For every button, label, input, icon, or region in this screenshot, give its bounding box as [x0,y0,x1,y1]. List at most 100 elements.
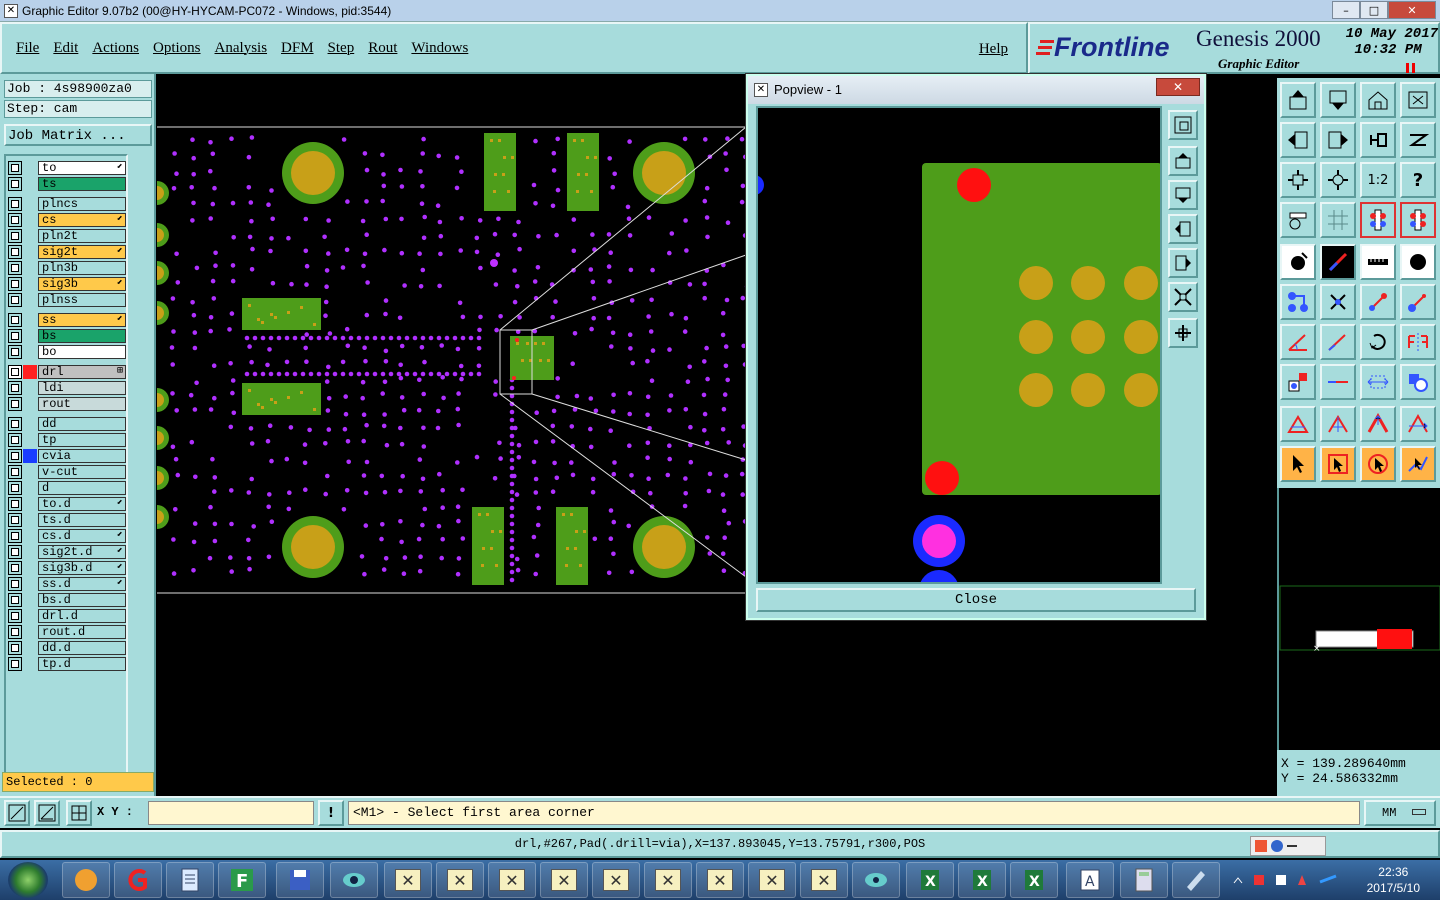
pan-down-icon[interactable] [1320,82,1356,118]
layer-color-swatch[interactable] [23,609,37,623]
layer-name[interactable]: sig2t.d ⬋ [38,544,126,559]
layer-color-swatch[interactable] [23,448,37,463]
layer-checkbox[interactable] [8,344,22,359]
layer-checkbox[interactable] [8,364,22,379]
menu-analysis[interactable]: Analysis [215,40,268,57]
layer-name[interactable]: cs ⬋ [38,212,126,227]
scale-1-2-button[interactable]: 1:2 [1360,162,1396,198]
layer-color-swatch[interactable] [23,529,37,543]
menu-rout[interactable]: Rout [368,40,397,57]
layer-row-ss-d[interactable]: ss.d ⬋ [8,576,126,591]
layer-checkbox[interactable] [8,560,22,575]
layer-name[interactable]: dd [38,416,126,431]
layer-color-swatch[interactable] [23,345,37,359]
popview-zoom-out-icon[interactable] [1168,318,1198,348]
ruler-icon[interactable] [1360,244,1396,280]
pan-left-icon[interactable] [1280,122,1316,158]
minimize-button[interactable]: – [1332,1,1360,19]
taskbar-genesis-window-icon[interactable]: ✕ [644,862,692,898]
layer-checkbox[interactable] [8,312,22,327]
zoom-previous-icon[interactable] [1360,122,1396,158]
snap-mode-icon[interactable] [4,800,30,826]
layer-color-swatch[interactable] [23,329,37,343]
layer-name[interactable]: pln2t [38,228,126,243]
menu-file[interactable]: File [16,40,39,57]
layer-checkbox[interactable] [8,432,22,447]
layer-name[interactable]: d [38,480,126,495]
layer-color-swatch[interactable] [23,417,37,431]
popview-close-button[interactable]: Close [756,588,1196,612]
taskbar-app-shell-icon[interactable] [62,862,110,898]
layer-color-swatch[interactable] [23,197,37,211]
layer-color-swatch[interactable] [23,177,37,191]
move-feature-icon[interactable] [1360,284,1396,320]
layer-color-swatch[interactable] [23,229,37,243]
measure-tool-icon[interactable] [1280,202,1316,238]
layer-checkbox[interactable] [8,480,22,495]
popview-zoom-in-icon[interactable] [1168,282,1198,312]
popview-zoom-fit-icon[interactable] [1168,110,1198,140]
taskbar-app-notes-icon[interactable] [166,862,214,898]
layer-checkbox[interactable] [8,176,22,191]
ime-help-icon[interactable] [1271,840,1283,852]
layer-color-swatch[interactable] [23,277,37,291]
taskbar-notes-icon[interactable] [1172,862,1220,898]
layer-row-to-d[interactable]: to.d ⬋ [8,496,126,511]
copy-feature-icon[interactable] [1400,284,1436,320]
select-path-icon[interactable] [1400,446,1436,482]
layer-name[interactable]: bs [38,328,126,343]
taskbar-genesis-window-icon[interactable]: ✕ [436,862,484,898]
popview-pan-up-icon[interactable] [1168,146,1198,176]
popview-close-x-button[interactable]: ✕ [1156,78,1200,96]
layer-color-swatch[interactable] [23,625,37,639]
redraw-icon[interactable] [1400,122,1436,158]
layer-row-rout[interactable]: rout [8,396,126,411]
layer-row-bs-d[interactable]: bs.d [8,592,126,607]
maximize-button[interactable]: □ [1360,1,1388,19]
delete-feature-icon[interactable] [1320,284,1356,320]
taskbar-genesis-window-icon[interactable]: ✕ [800,862,848,898]
layer-checkbox[interactable] [8,448,22,463]
line-split-icon[interactable] [1320,364,1356,400]
angle-snap-icon[interactable] [1400,406,1436,442]
layer-name[interactable]: drl ⊞ [38,364,126,379]
layer-color-swatch[interactable] [23,433,37,447]
taskbar-app-f-icon[interactable]: F [218,862,266,898]
stretch-icon[interactable] [1360,364,1396,400]
menu-windows[interactable]: Windows [411,40,468,57]
layer-color-swatch[interactable] [23,593,37,607]
layer-row-sig2t[interactable]: sig2t ⬋ [8,244,126,259]
layer-name[interactable]: ts.d [38,512,126,527]
layer-color-swatch[interactable] [23,245,37,259]
close-window-button[interactable]: ✕ [1388,1,1436,19]
layer-row-sig3b[interactable]: sig3b ⬋ [8,276,126,291]
layer-toggle-icon[interactable] [1360,202,1396,238]
home-icon[interactable] [1360,82,1396,118]
layer-checkbox[interactable] [8,228,22,243]
select-box-icon[interactable] [1320,446,1356,482]
view-window-icon[interactable] [1400,82,1436,118]
layer-row-dd-d[interactable]: dd.d [8,640,126,655]
zoom-out-icon[interactable] [1320,162,1356,198]
group-icon[interactable] [1400,364,1436,400]
layer-checkbox[interactable] [8,624,22,639]
layer-name[interactable]: bs.d [38,592,126,607]
grid-icon[interactable] [1320,202,1356,238]
ime-s-icon[interactable] [1255,840,1267,852]
layer-checkbox[interactable] [8,380,22,395]
menu-options[interactable]: Options [153,40,201,57]
overview-minimap[interactable]: × [1277,488,1440,750]
popview-pan-down-icon[interactable] [1168,180,1198,210]
system-clock[interactable]: 22:36 2017/5/10 [1367,864,1420,896]
layer-name[interactable]: ts [38,176,126,191]
layer-row-rout-d[interactable]: rout.d [8,624,126,639]
layer-row-ts-d[interactable]: ts.d [8,512,126,527]
taskbar-genesis-window-icon[interactable]: ✕ [696,862,744,898]
layer-row-sig3b-d[interactable]: sig3b.d ⬋ [8,560,126,575]
layer-row-to[interactable]: to ⬋ [8,160,126,175]
layer-name[interactable]: sig2t ⬋ [38,244,126,259]
layer-row-tp[interactable]: tp [8,432,126,447]
alert-button[interactable]: ! [318,800,344,826]
add-line-icon[interactable] [1320,244,1356,280]
taskbar-genesis-window-icon[interactable]: ✕ [592,862,640,898]
